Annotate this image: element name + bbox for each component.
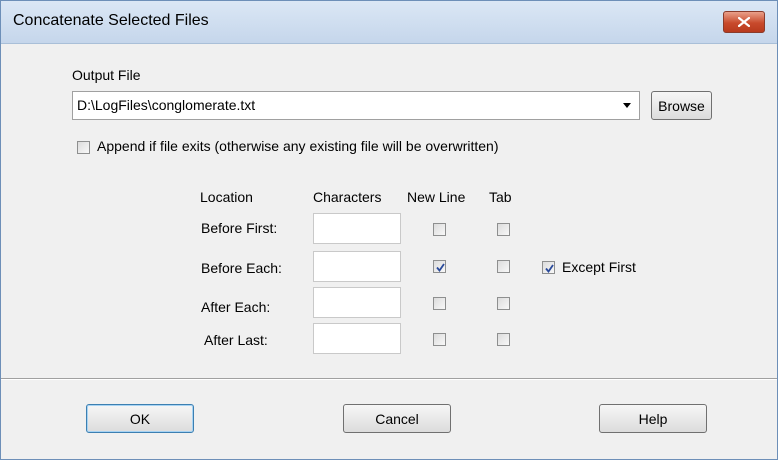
cancel-button[interactable]: Cancel (343, 404, 451, 433)
output-file-combobox[interactable]: D:\LogFiles\conglomerate.txt (72, 91, 640, 120)
before-first-label: Before First: (201, 220, 278, 236)
after-each-tab-checkbox[interactable] (497, 297, 510, 310)
after-last-characters-input[interactable] (313, 323, 401, 354)
dialog-title: Concatenate Selected Files (13, 12, 209, 29)
help-button[interactable]: Help (599, 404, 707, 433)
before-first-newline-checkbox[interactable] (433, 223, 446, 236)
cancel-button-label: Cancel (375, 410, 419, 427)
except-first-checkbox[interactable] (542, 261, 555, 274)
help-button-label: Help (638, 410, 668, 427)
characters-header: Characters (313, 189, 382, 205)
after-last-newline-checkbox[interactable] (433, 333, 446, 346)
chevron-down-icon[interactable] (619, 97, 635, 113)
ok-button-label: OK (129, 410, 151, 427)
checkmark-icon (545, 264, 554, 273)
checkmark-icon (436, 263, 445, 272)
append-checkbox[interactable] (77, 141, 90, 154)
before-each-tab-checkbox[interactable] (497, 260, 510, 273)
title-bar: Concatenate Selected Files (1, 1, 777, 44)
browse-button-label: Browse (658, 97, 705, 114)
newline-header: New Line (407, 189, 466, 205)
browse-button[interactable]: Browse (651, 91, 712, 120)
before-first-tab-checkbox[interactable] (497, 223, 510, 236)
output-file-label: Output File (72, 67, 141, 83)
output-file-value: D:\LogFiles\conglomerate.txt (77, 97, 256, 113)
before-each-label: Before Each: (201, 260, 282, 276)
ok-button[interactable]: OK (86, 404, 194, 433)
close-icon (738, 17, 750, 27)
before-each-newline-checkbox[interactable] (433, 260, 446, 273)
except-first-label: Except First (562, 259, 636, 275)
before-each-characters-input[interactable] (313, 251, 401, 282)
before-first-characters-input[interactable] (313, 213, 401, 244)
after-each-newline-checkbox[interactable] (433, 297, 446, 310)
after-each-characters-input[interactable] (313, 287, 401, 318)
close-button[interactable] (723, 11, 765, 33)
footer-separator (1, 378, 777, 380)
after-last-label: After Last: (204, 332, 268, 348)
location-header: Location (200, 189, 253, 205)
after-last-tab-checkbox[interactable] (497, 333, 510, 346)
concatenate-dialog: Concatenate Selected Files Output File D… (0, 0, 778, 460)
after-each-label: After Each: (201, 299, 271, 315)
tab-header: Tab (489, 189, 512, 205)
append-label: Append if file exits (otherwise any exis… (97, 138, 499, 154)
